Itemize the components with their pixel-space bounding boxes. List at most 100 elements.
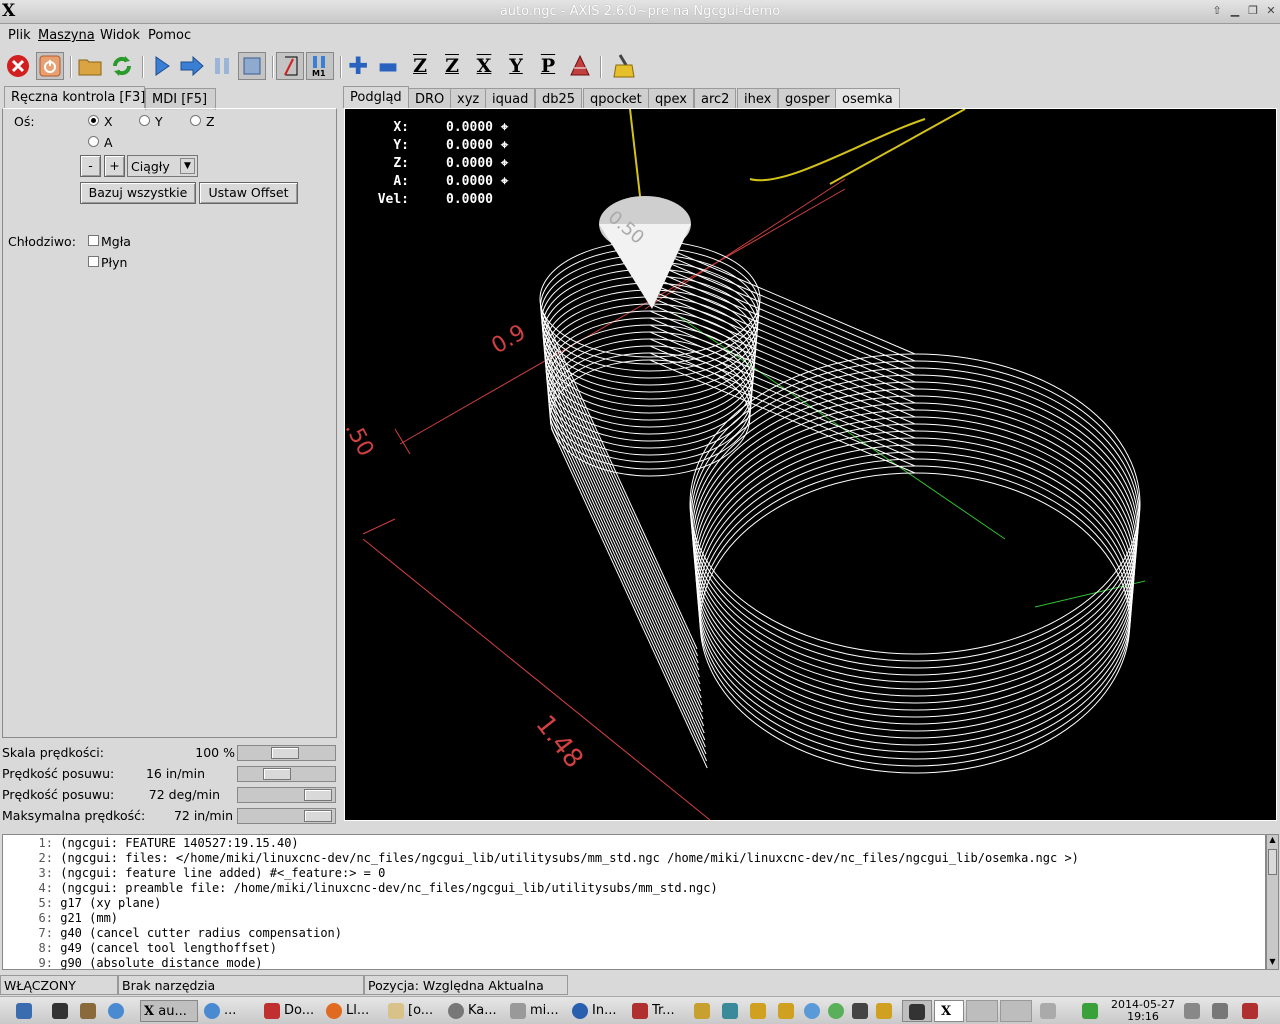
tray-updates-icon[interactable] [1082,1000,1102,1022]
volume-icon[interactable] [1184,1000,1204,1022]
optional-stop-button[interactable]: M1 [306,52,334,80]
axis-z-radio[interactable] [190,115,201,126]
scroll-thumb[interactable] [1268,849,1277,875]
network-icon[interactable] [1212,1000,1232,1022]
browser-launcher-icon[interactable] [108,1000,128,1022]
gcode-line[interactable]: 7: g40 (cancel cutter radius compensatio… [3,926,1265,941]
files-launcher-icon[interactable] [80,1000,100,1022]
gcode-line[interactable]: 1: (ngcgui: FEATURE 140527:19.15.40) [3,836,1265,851]
estop-button[interactable] [4,52,32,80]
gcode-line[interactable]: 6: g21 (mm) [3,911,1265,926]
pause-button[interactable] [208,52,236,80]
menu-pomoc[interactable]: Pomoc [148,28,191,43]
task-tr[interactable]: Tr... [632,1000,675,1022]
run-button[interactable] [148,52,176,80]
axis-x-radio[interactable] [88,115,99,126]
rotate-view-button[interactable] [566,52,594,80]
shade-icon[interactable]: ⇧ [1210,4,1224,18]
tray-icon-8[interactable] [876,1000,896,1022]
gcode-line[interactable]: 5: g17 (xy plane) [3,896,1265,911]
tab-gosper[interactable]: gosper [778,88,837,110]
view-p-button[interactable]: P [534,52,562,80]
view-z2-button[interactable]: Z [438,52,466,80]
task-files[interactable]: mi... [510,1000,559,1022]
slider-thumb[interactable] [304,810,332,822]
gcode-line[interactable]: 2: (ngcgui: files: </home/miki/linuxcnc-… [3,851,1265,866]
gcode-line[interactable]: 9: g90 (absolute distance mode) [3,956,1265,971]
tab-dro[interactable]: DRO [408,88,452,110]
axis-a-radio[interactable] [88,136,99,147]
tray-icon-3[interactable] [750,1000,770,1022]
task-axis[interactable]: X au... [140,1000,198,1022]
block-delete-button[interactable] [276,52,304,80]
tab-qpex[interactable]: qpex [648,88,694,110]
tab-osemka[interactable]: osemka [835,88,900,110]
clear-plot-button[interactable] [610,52,638,80]
tray-icon-1[interactable] [694,1000,714,1022]
jog-minus-button[interactable]: - [80,155,101,177]
gcode-line[interactable]: 3: (ngcgui: feature line added) #<_featu… [3,866,1265,881]
jog-speed-slider[interactable] [237,766,336,782]
max-velocity-slider[interactable] [237,808,336,824]
logout-icon[interactable] [1242,1000,1262,1022]
slider-thumb[interactable] [271,747,299,759]
menu-widok[interactable]: Widok [100,28,140,43]
gcode-line[interactable]: 4: (ngcgui: preamble file: /home/miki/li… [3,881,1265,896]
clock[interactable]: 2014-05-27 19:16 [1108,999,1178,1023]
axis-y-radio[interactable] [139,115,150,126]
view-y-button[interactable]: Y [502,52,530,80]
tray-icon-2[interactable] [722,1000,742,1022]
jog-mode-select[interactable]: Ciągły ▼ [127,155,198,177]
tray-icon-4[interactable] [778,1000,798,1022]
task-settings[interactable]: Ka... [448,1000,497,1022]
set-offset-button[interactable]: Ustaw Offset [199,182,298,204]
workspace-3[interactable] [966,1000,998,1022]
tray-folder-icon[interactable] [1040,1000,1060,1022]
tab-db25[interactable]: db25 [535,88,583,110]
angular-jog-speed-slider[interactable] [237,787,336,803]
tab-ihex[interactable]: ihex [737,88,779,110]
tab-iquad[interactable]: iquad [485,88,536,110]
maximize-icon[interactable]: ❐ [1246,4,1260,18]
task-firefox[interactable]: Ll... [326,1000,369,1022]
jog-plus-button[interactable]: + [104,155,125,177]
mist-checkbox[interactable] [88,235,99,246]
gcode-line[interactable]: 8: g49 (cancel tool lengthoffset) [3,941,1265,956]
task-editor[interactable]: [o... [388,1000,433,1022]
view-x-button[interactable]: X [470,52,498,80]
minimize-icon[interactable]: ▁ [1228,4,1242,18]
toolpath-preview[interactable]: 0.9 .50 1.48 0.50 X: 0.0000 ⌖ Y: 0.0000 ⌖ … [344,108,1277,821]
gcode-listing[interactable]: 1: (ngcgui: FEATURE 140527:19.15.40) 2: (… [2,834,1266,970]
reload-button[interactable] [108,52,136,80]
tab-manual-control[interactable]: Ręczna kontrola [F3] [4,86,145,108]
tray-icon-6[interactable] [828,1000,848,1022]
zoom-out-button[interactable]: ▬ [374,52,402,80]
step-button[interactable] [178,52,206,80]
task-document[interactable]: Do... [264,1000,314,1022]
open-file-button[interactable] [76,52,104,80]
toolpath-canvas[interactable]: 0.9 .50 1.48 0.50 [345,109,1276,820]
workspace-4[interactable] [1000,1000,1032,1022]
slider-thumb[interactable] [263,768,291,780]
task-internet[interactable]: In... [572,1000,616,1022]
flood-checkbox[interactable] [88,256,99,267]
zoom-in-button[interactable]: ✚ [344,52,372,80]
machine-power-button[interactable] [36,52,64,80]
slider-thumb[interactable] [304,789,332,801]
start-menu-icon[interactable] [16,1000,36,1022]
stop-button[interactable] [238,52,266,80]
task-2[interactable]: ... [204,1000,236,1022]
tray-icon-7[interactable] [852,1000,872,1022]
tab-preview[interactable]: Podgląd [343,86,409,108]
tray-icon-5[interactable] [804,1000,824,1022]
view-z-button[interactable]: Z [406,52,434,80]
workspace-2[interactable]: X [934,1000,964,1022]
tab-xyz[interactable]: xyz [450,88,487,110]
home-all-button[interactable]: Bazuj wszystkie [80,182,196,204]
tab-arc2[interactable]: arc2 [694,88,737,110]
menu-maszyna[interactable]: Maszyna [38,28,95,43]
close-icon[interactable]: ✕ [1264,4,1278,18]
menu-plik[interactable]: Plik [8,28,31,43]
tab-mdi[interactable]: MDI [F5] [145,88,216,110]
terminal-launcher-icon[interactable] [52,1000,72,1022]
